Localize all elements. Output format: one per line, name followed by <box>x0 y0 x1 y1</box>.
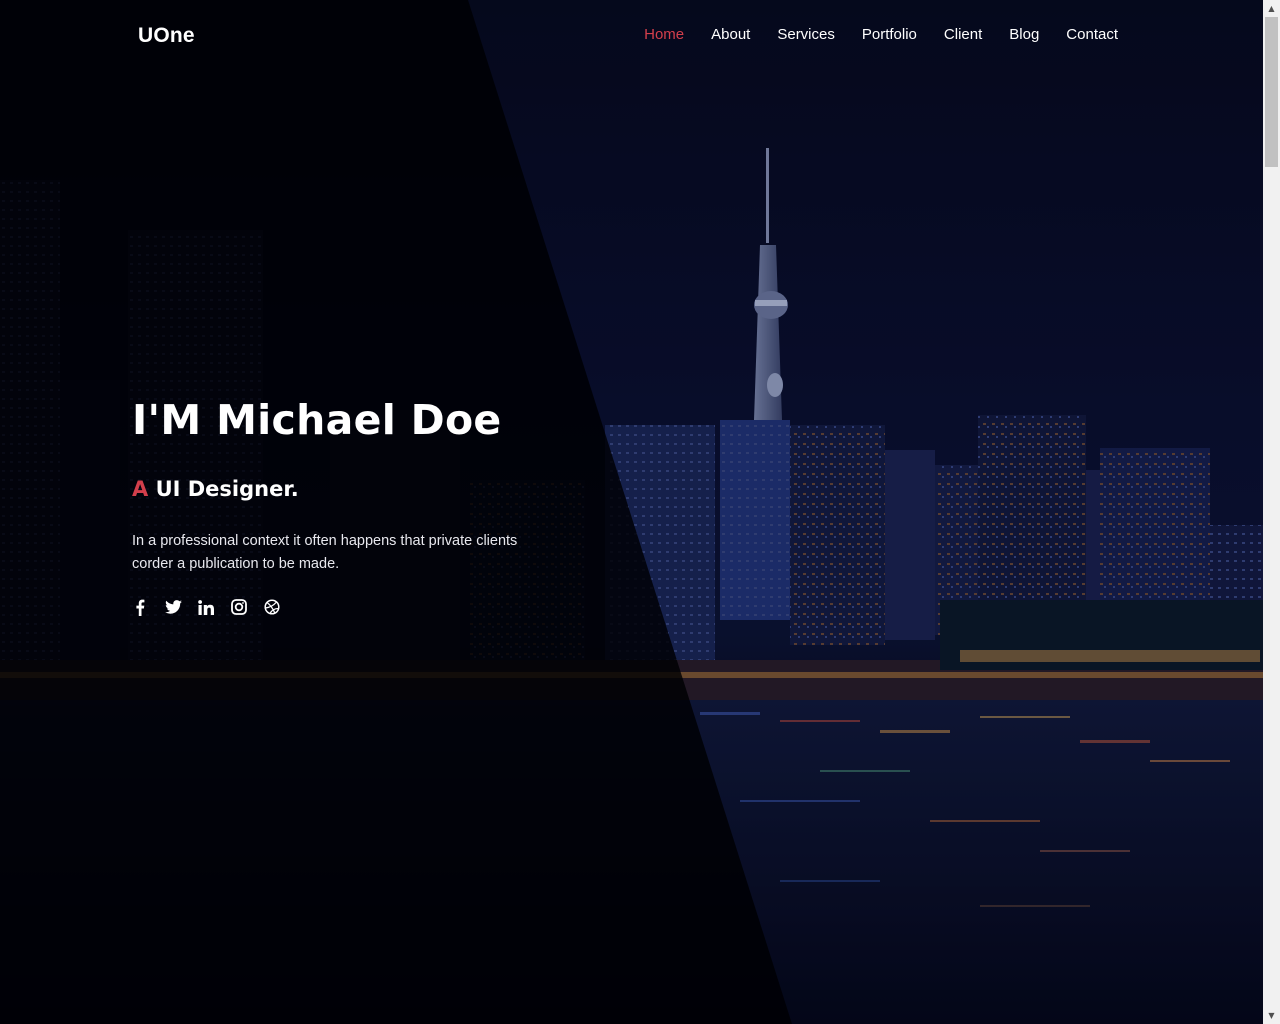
hero-subtitle-text: UI Designer. <box>155 477 299 501</box>
vertical-scrollbar[interactable]: ▲ ▼ <box>1263 0 1280 1024</box>
hero-subtitle-accent: A <box>132 477 149 501</box>
nav-item-home[interactable]: Home <box>644 26 684 43</box>
site-logo[interactable]: UOne <box>138 24 195 48</box>
main-nav: Home About Services Portfolio Client Blo… <box>617 26 1118 43</box>
nav-item-services[interactable]: Services <box>777 26 835 43</box>
twitter-link[interactable] <box>163 597 183 617</box>
hero-description: In a professional context it often happe… <box>132 533 518 572</box>
diagonal-dark-overlay <box>0 0 1263 1024</box>
facebook-icon <box>136 599 145 616</box>
social-links <box>130 597 295 617</box>
hero-subtitle: A UI Designer. <box>132 477 299 501</box>
scroll-down-arrow-icon[interactable]: ▼ <box>1263 1007 1280 1024</box>
instagram-link[interactable] <box>229 597 249 617</box>
hero-background <box>0 0 1263 1024</box>
facebook-link[interactable] <box>130 597 150 617</box>
dribbble-icon <box>264 599 280 615</box>
nav-item-client[interactable]: Client <box>944 26 982 43</box>
nav-item-portfolio[interactable]: Portfolio <box>862 26 917 43</box>
dribbble-link[interactable] <box>262 597 282 617</box>
nav-item-contact[interactable]: Contact <box>1066 26 1118 43</box>
instagram-icon <box>231 599 247 615</box>
page: UOne Home About Services Portfolio Clien… <box>0 0 1280 1024</box>
linkedin-link[interactable] <box>196 597 216 617</box>
nav-item-blog[interactable]: Blog <box>1009 26 1039 43</box>
hero-title: I'M Michael Doe <box>132 396 502 444</box>
scrollbar-thumb[interactable] <box>1265 17 1278 167</box>
scroll-up-arrow-icon[interactable]: ▲ <box>1263 0 1280 17</box>
twitter-icon <box>164 600 182 614</box>
nav-item-about[interactable]: About <box>711 26 750 43</box>
linkedin-icon <box>198 599 214 615</box>
